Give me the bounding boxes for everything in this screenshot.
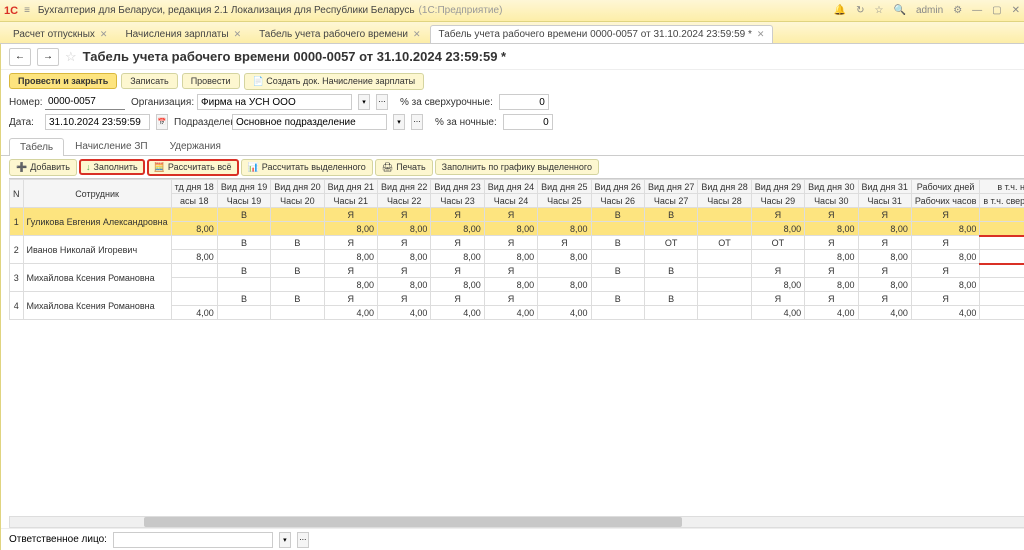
- tab-close-icon[interactable]: ✕: [100, 29, 108, 40]
- write-button[interactable]: Записать: [121, 73, 177, 89]
- number-input[interactable]: [45, 94, 125, 110]
- table-body[interactable]: 1Гуликова Евгения АлександровнаВЯЯЯЯВВЯЯ…: [10, 208, 1024, 320]
- menu-icon[interactable]: ≡: [24, 5, 30, 16]
- tab-label: Расчет отпускных: [13, 29, 95, 40]
- date-input[interactable]: [45, 114, 150, 130]
- favorite-icon[interactable]: ☆: [65, 49, 77, 65]
- tab-close-icon[interactable]: ✕: [234, 29, 242, 40]
- night-label: % за ночные:: [435, 117, 497, 128]
- table-row[interactable]: 1Гуликова Евгения АлександровнаВЯЯЯЯВВЯЯ…: [10, 208, 1024, 222]
- tab-label: Табель учета рабочего времени 0000-0057 …: [439, 29, 752, 40]
- timesheet-table[interactable]: NСотрудниктд дня 18Вид дня 19Вид дня 20В…: [9, 179, 1024, 320]
- dept-dropdown-button[interactable]: ▾: [393, 114, 405, 130]
- maximize-icon[interactable]: ▢: [992, 5, 1001, 16]
- date-picker-button[interactable]: 📅: [156, 114, 168, 130]
- user-label[interactable]: admin: [916, 5, 943, 16]
- table-row[interactable]: 2Иванов Николай ИгоревичВВЯЯЯЯЯВОТОТОТЯЯ…: [10, 236, 1024, 250]
- org-dropdown-button[interactable]: ▾: [358, 94, 370, 110]
- titlebar-controls: 🔔 ↻ ☆ 🔍 admin ⚙ — ▢ ✕: [834, 5, 1020, 16]
- org-open-button[interactable]: ⋯: [376, 94, 388, 110]
- inner-tab[interactable]: Удержания: [159, 137, 232, 155]
- dept-label: Подразделение:: [174, 117, 226, 128]
- create-doc-button[interactable]: 📄 Создать док. Начисление зарплаты: [244, 73, 425, 90]
- minimize-icon[interactable]: —: [972, 5, 982, 16]
- fill-graph-button[interactable]: Заполнить по графику выделенного: [435, 159, 599, 175]
- titlebar: 1C ≡ Бухгалтерия для Беларуси, редакция …: [0, 0, 1024, 22]
- dept-input[interactable]: [232, 114, 387, 130]
- window-tab[interactable]: Табель учета рабочего времени ✕: [250, 25, 429, 43]
- calc-sel-button[interactable]: 📊Рассчитать выделенного: [241, 159, 373, 176]
- star-icon[interactable]: ☆: [875, 5, 884, 16]
- table-header: NСотрудниктд дня 18Вид дня 19Вид дня 20В…: [10, 180, 1024, 208]
- app-hint: (1С:Предприятие): [419, 5, 503, 16]
- search-icon[interactable]: 🔍: [893, 5, 905, 16]
- org-input[interactable]: [197, 94, 352, 110]
- overtime-label: % за сверхурочные:: [400, 97, 493, 108]
- fill-button[interactable]: ↓Заполнить: [79, 159, 145, 175]
- nav-fwd-button[interactable]: →: [37, 48, 59, 66]
- tab-label: Табель учета рабочего времени: [259, 29, 408, 40]
- inner-tab[interactable]: Табель: [9, 138, 64, 156]
- grid-area[interactable]: NСотрудниктд дня 18Вид дня 19Вид дня 20В…: [9, 178, 1024, 516]
- date-label: Дата:: [9, 117, 39, 128]
- tab-close-icon[interactable]: ✕: [757, 29, 765, 40]
- footer: Ответственное лицо: ▾ ⋯: [1, 528, 1024, 550]
- post-button[interactable]: Провести: [182, 73, 240, 89]
- responsible-dropdown[interactable]: ▾: [279, 532, 291, 548]
- horizontal-scrollbar[interactable]: [9, 516, 1024, 528]
- tab-close-icon[interactable]: ✕: [413, 29, 421, 40]
- responsible-input[interactable]: [113, 532, 273, 548]
- close-icon[interactable]: ✕: [1012, 5, 1020, 16]
- settings-icon[interactable]: ⚙: [953, 5, 962, 16]
- inner-tab[interactable]: Начисление ЗП: [64, 137, 158, 155]
- history-icon[interactable]: ↻: [856, 5, 864, 16]
- inner-tabs: ТабельНачисление ЗПУдержания: [1, 136, 1024, 156]
- overtime-input[interactable]: [499, 94, 549, 110]
- grid-toolbar: ➕Добавить ↓Заполнить 🧮Рассчитать всё 📊Ра…: [1, 156, 1024, 178]
- app-logo: 1C: [4, 5, 18, 17]
- org-label: Организация:: [131, 97, 191, 108]
- table-row[interactable]: 4Михайлова Ксения РомановнаВВЯЯЯЯВВЯЯЯЯ2…: [10, 292, 1024, 306]
- window-tabs: Расчет отпускных✕Начисления зарплаты✕Таб…: [0, 22, 1024, 44]
- calc-all-button[interactable]: 🧮Рассчитать всё: [147, 159, 239, 176]
- scrollbar-thumb[interactable]: [144, 517, 681, 527]
- table-row[interactable]: 3Михайлова Ксения РомановнаВВЯЯЯЯВВЯЯЯЯ2…: [10, 264, 1024, 278]
- responsible-label: Ответственное лицо:: [9, 534, 107, 545]
- content-area: ← → ☆ Табель учета рабочего времени 0000…: [1, 44, 1024, 550]
- form-row-2: Дата: 📅 Подразделение: ▾ ⋯ % за ночные:: [1, 112, 1024, 132]
- form-row-1: Номер: Организация: ▾ ⋯ % за сверхурочны…: [1, 92, 1024, 112]
- number-label: Номер:: [9, 97, 39, 108]
- add-button[interactable]: ➕Добавить: [9, 159, 77, 176]
- dept-open-button[interactable]: ⋯: [411, 114, 423, 130]
- post-close-button[interactable]: Провести и закрыть: [9, 73, 117, 89]
- responsible-open[interactable]: ⋯: [297, 532, 309, 548]
- doc-toolbar: Провести и закрыть Записать Провести 📄 С…: [1, 70, 1024, 92]
- night-input[interactable]: [503, 114, 553, 130]
- tab-label: Начисления зарплаты: [125, 29, 228, 40]
- nav-back-button[interactable]: ←: [9, 48, 31, 66]
- print-button[interactable]: 🖨Печать: [375, 159, 433, 176]
- window-tab[interactable]: Начисления зарплаты ✕: [116, 25, 250, 43]
- doc-title: Табель учета рабочего времени 0000-0057 …: [83, 49, 506, 64]
- window-tab[interactable]: Табель учета рабочего времени 0000-0057 …: [430, 25, 774, 43]
- app-title: Бухгалтерия для Беларуси, редакция 2.1 Л…: [38, 5, 415, 16]
- bell-icon[interactable]: 🔔: [834, 5, 846, 16]
- doc-header: ← → ☆ Табель учета рабочего времени 0000…: [1, 44, 1024, 70]
- window-tab[interactable]: Расчет отпускных ✕: [4, 25, 116, 43]
